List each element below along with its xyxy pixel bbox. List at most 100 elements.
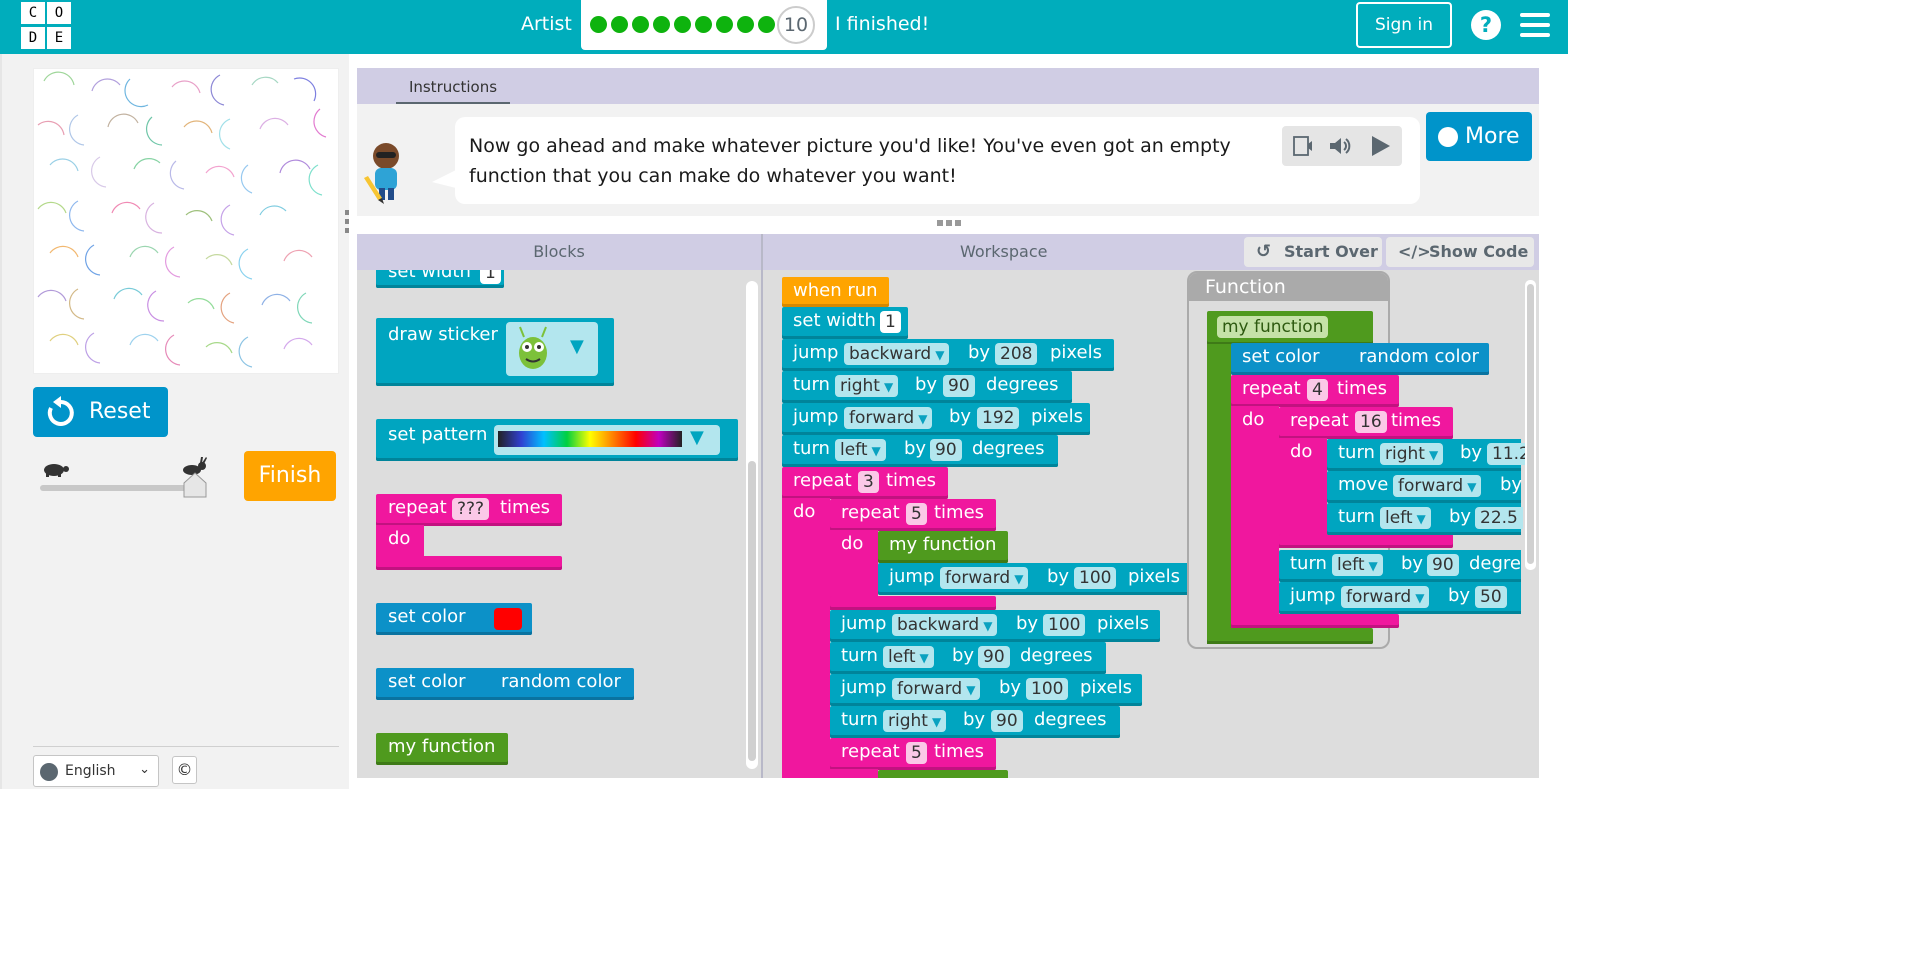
level-dot[interactable] [653,16,670,33]
function-name-field[interactable]: my function [1217,316,1329,338]
reset-button[interactable]: Reset [33,387,168,437]
block-jump[interactable]: jump forward ▼ by 100 pixels [878,563,1190,595]
block-set-width[interactable]: set width 1 [782,307,908,339]
block-turn[interactable]: turn left ▼ by 22.5 [1327,503,1523,535]
direction-dropdown[interactable]: forward ▼ [1393,475,1482,497]
block-turn[interactable]: turn right ▼ by 90 degrees [830,706,1120,738]
sign-in-button[interactable]: Sign in [1356,2,1452,48]
block-turn[interactable]: turn left ▼ by 90 degre [1279,550,1521,582]
block-repeat[interactable]: repeat ??? times [376,494,562,526]
block-my-function[interactable]: my function [376,733,508,765]
direction-dropdown[interactable]: right ▼ [883,710,947,732]
number-field[interactable]: 16 [1355,411,1387,433]
block-move[interactable]: move forward ▼ by [1327,471,1522,503]
number-field[interactable]: 90 [978,646,1010,668]
number-field[interactable]: 90 [943,375,975,397]
block-jump[interactable]: jump backward ▼ by 208 pixels [782,339,1114,371]
level-dot[interactable] [632,16,649,33]
toolbox-scrollbar[interactable] [746,281,758,769]
direction-dropdown[interactable]: left ▼ [1332,554,1383,576]
number-field[interactable]: 208 [995,343,1038,365]
direction-dropdown[interactable]: right ▼ [835,375,899,397]
width-value-field[interactable]: 1 [480,270,501,284]
pane-resize-handle[interactable] [345,210,349,234]
number-field[interactable]: 90 [1427,554,1459,576]
number-field[interactable]: 192 [977,407,1020,429]
block-set-color[interactable]: set color [376,603,532,635]
block-turn[interactable]: turn left ▼ by 90 degrees [830,642,1106,674]
number-field[interactable]: 50 [1475,586,1507,608]
number-field[interactable]: 90 [991,710,1023,732]
direction-dropdown[interactable]: left ▼ [835,439,886,461]
show-code-button[interactable]: </> Show Code [1386,237,1534,267]
number-field[interactable]: 22.5 [1475,507,1523,529]
level-dot[interactable] [695,16,712,33]
direction-dropdown[interactable]: forward ▼ [940,567,1029,589]
block-jump[interactable]: jump forward ▼ by 100 pixels [830,674,1142,706]
direction-dropdown[interactable]: left ▼ [1380,507,1431,529]
direction-dropdown[interactable]: forward ▼ [844,407,933,429]
instructions-resize-grip[interactable] [937,220,961,226]
level-dot[interactable] [716,16,733,33]
transcript-icon[interactable] [1292,134,1316,158]
language-selector[interactable]: English ⌄ [33,755,159,787]
number-field[interactable]: 5 [906,742,927,764]
direction-dropdown[interactable]: right ▼ [1380,443,1444,465]
finish-button[interactable]: Finish [244,451,336,501]
speed-slider-handle[interactable] [183,472,207,498]
block-repeat[interactable]: repeat 5 times [830,738,996,770]
start-over-button[interactable]: ↺ Start Over [1244,237,1382,267]
block-when-run[interactable]: when run [782,277,889,307]
sticker-dropdown[interactable]: ▼ [506,322,598,376]
number-field[interactable]: 100 [1074,567,1117,589]
number-field[interactable]: 100 [1026,678,1069,700]
block-set-random-color[interactable]: set color random color [376,668,634,700]
speaker-icon[interactable] [1328,134,1352,158]
number-field[interactable]: 5 [906,503,927,525]
color-swatch[interactable] [494,608,522,630]
number-field[interactable]: 1 [880,311,901,333]
block-draw-sticker[interactable]: draw sticker ▼ [376,318,614,386]
block-set-pattern[interactable]: set pattern ▼ [376,419,738,461]
block-my-function[interactable] [878,770,1008,778]
more-button[interactable]: More [1426,112,1532,161]
block-set-width[interactable]: set width 1 [376,270,504,288]
block-turn[interactable]: turn right ▼ by 90 degrees [782,371,1072,403]
speed-slider-track[interactable] [40,485,200,491]
number-field[interactable]: 90 [930,439,962,461]
workspace-scrollbar[interactable] [1525,280,1536,570]
hamburger-menu-icon[interactable] [1520,13,1550,37]
block-repeat[interactable]: repeat 5 times [830,499,996,531]
play-icon[interactable] [1368,134,1392,158]
block-turn[interactable]: turn right ▼ by 11.2 [1327,439,1535,471]
repeat-count-field[interactable]: ??? [452,498,490,520]
current-level-bubble[interactable]: 10 [777,6,815,44]
block-repeat[interactable]: repeat 16 times [1279,407,1453,439]
level-dot[interactable] [590,16,607,33]
direction-dropdown[interactable]: left ▼ [883,646,934,668]
block-jump[interactable]: jump forward ▼ by 192 pixels [782,403,1090,435]
block-set-random-color[interactable]: set color random color [1231,343,1489,375]
direction-dropdown[interactable]: forward ▼ [892,678,981,700]
code-logo[interactable]: C O D E [20,2,72,50]
copyright-button[interactable]: © [172,756,197,784]
direction-dropdown[interactable]: backward ▼ [892,614,998,636]
level-dot[interactable] [674,16,691,33]
help-icon[interactable]: ? [1471,10,1501,40]
block-jump[interactable]: jump backward ▼ by 100 pixels [830,610,1160,642]
number-field[interactable]: 100 [1043,614,1086,636]
block-turn[interactable]: turn left ▼ by 90 degrees [782,435,1058,467]
level-dot[interactable] [737,16,754,33]
level-dot[interactable] [758,16,775,33]
level-dot[interactable] [611,16,628,33]
direction-dropdown[interactable]: forward ▼ [1341,586,1430,608]
number-field[interactable]: 4 [1307,379,1328,401]
pattern-dropdown[interactable]: ▼ [494,425,720,455]
tab-instructions[interactable]: Instructions [396,74,510,104]
number-field[interactable]: 3 [858,471,879,493]
function-definition[interactable]: my function [1207,311,1373,345]
block-my-function[interactable]: my function [878,531,1008,563]
block-repeat[interactable]: repeat 3 times [782,467,948,499]
direction-dropdown[interactable]: backward ▼ [844,343,950,365]
block-repeat[interactable]: repeat 4 times [1231,375,1399,407]
